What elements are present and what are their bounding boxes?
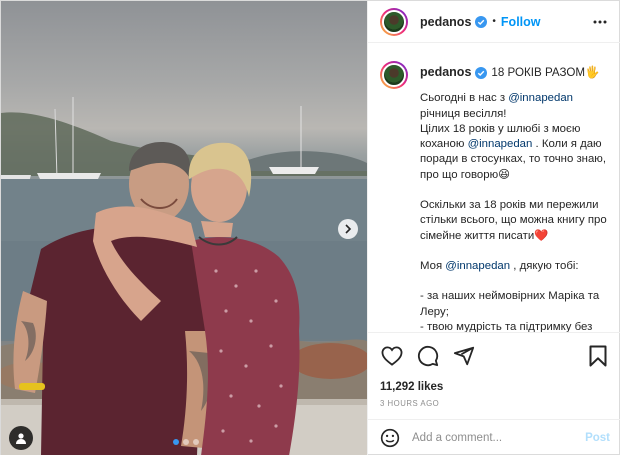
caption-span: Моя	[420, 259, 446, 272]
comment-input[interactable]	[412, 432, 572, 444]
caption-span: річниця весілля!	[420, 107, 507, 120]
verified-badge-icon	[475, 66, 488, 79]
avatar[interactable]	[380, 61, 408, 89]
post-header: pedanos • Follow	[368, 1, 620, 43]
instagram-post: pedanos • Follow pedanos 18 РОКІВ РАЗОМ🖐…	[0, 0, 620, 455]
mention-link[interactable]: @innapedan	[445, 260, 510, 272]
user-tag-icon	[16, 433, 26, 444]
mention-link[interactable]: @innapedan	[468, 138, 533, 150]
post-caption: pedanos 18 РОКІВ РАЗОМ🖐 Сьогодні в нас з…	[368, 49, 620, 332]
user-tags-button[interactable]	[9, 426, 33, 450]
carousel-dot	[173, 439, 179, 445]
save-button[interactable]	[586, 344, 610, 368]
more-options-icon	[593, 20, 607, 23]
post-photo[interactable]	[1, 1, 367, 455]
carousel-dot	[193, 439, 199, 445]
bookmark-icon	[589, 345, 607, 367]
comment-form: Post	[368, 419, 620, 455]
caption-title: 18 РОКІВ РАЗОМ🖐	[491, 66, 600, 79]
caption-span: , дякую тобі:	[510, 259, 579, 272]
caption-paragraph: Моя @innapedan , дякую тобі:	[420, 259, 608, 274]
verified-badge-icon	[475, 15, 488, 28]
like-button[interactable]	[380, 344, 404, 368]
post-actions: 11,292 likes 3 HOURS AGO	[368, 332, 620, 408]
caption-line: - твою мудрість та підтримку без якої не…	[420, 320, 593, 332]
chevron-right-icon	[345, 224, 352, 234]
avatar[interactable]	[380, 7, 408, 36]
comment-icon	[417, 345, 439, 367]
more-options-button[interactable]	[591, 13, 609, 31]
caption-username[interactable]: pedanos	[420, 65, 471, 80]
caption-text: pedanos 18 РОКІВ РАЗОМ🖐 Сьогодні в нас з…	[420, 65, 608, 332]
caption-paragraph: Оскільки за 18 років ми пережили стільки…	[420, 199, 607, 242]
follow-button[interactable]: Follow	[501, 15, 541, 29]
share-button[interactable]	[452, 344, 476, 368]
comment-button[interactable]	[416, 344, 440, 368]
post-comment-button[interactable]: Post	[585, 432, 610, 444]
caption-paragraph: - за наших неймовірних Маріка та Леру; -…	[420, 289, 608, 332]
smiley-icon[interactable]	[380, 428, 400, 448]
caption-line: - за наших неймовірних Маріка та Леру;	[420, 290, 600, 318]
heart-icon	[381, 346, 403, 366]
author-username[interactable]: pedanos	[420, 15, 471, 29]
post-timestamp[interactable]: 3 HOURS AGO	[380, 399, 610, 408]
paper-plane-icon	[453, 346, 475, 366]
carousel-next-button[interactable]	[338, 219, 358, 239]
carousel-indicator	[173, 439, 199, 445]
likes-count[interactable]: 11,292 likes	[380, 381, 610, 393]
separator: •	[492, 16, 496, 27]
photo-illustration	[1, 97, 367, 455]
caption-paragraph: Сьогодні в нас з @innapedan річниця весі…	[420, 91, 608, 183]
post-sidebar: pedanos • Follow pedanos 18 РОКІВ РАЗОМ🖐…	[367, 1, 620, 455]
mention-link[interactable]: @innapedan	[508, 92, 573, 104]
caption-span: Сьогодні в нас з	[420, 92, 509, 105]
carousel-dot	[183, 439, 189, 445]
